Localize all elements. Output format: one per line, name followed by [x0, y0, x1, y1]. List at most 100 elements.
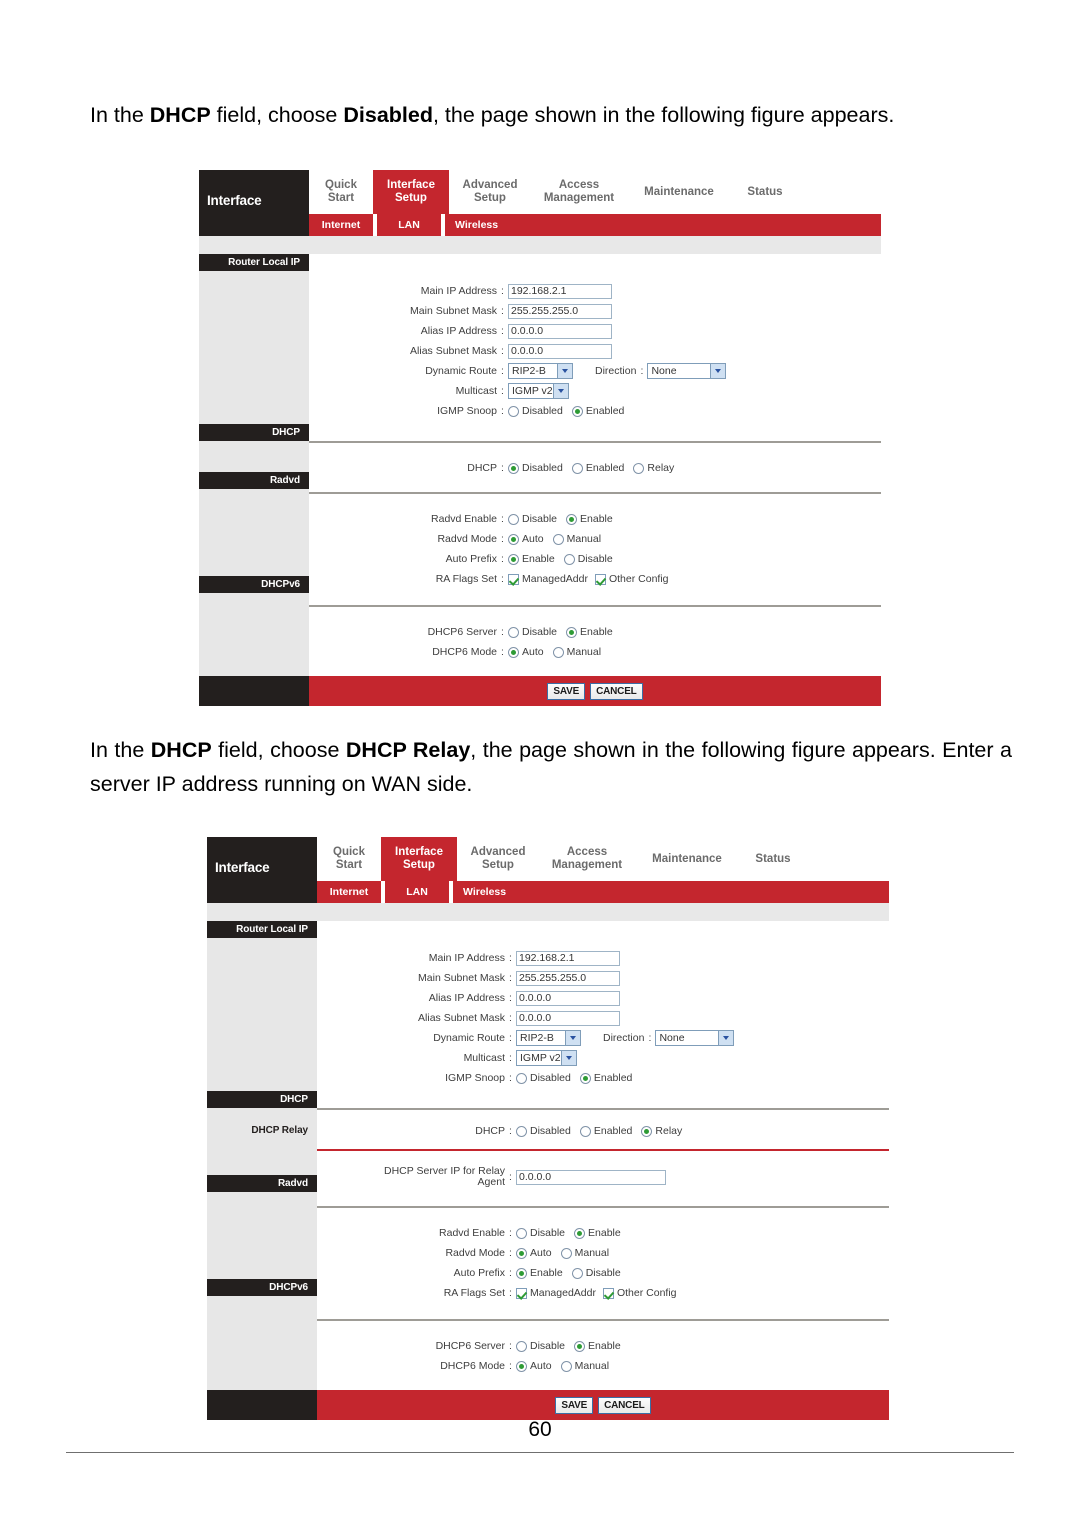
- radio-auto-prefix-disable[interactable]: Disable: [563, 553, 613, 565]
- input-alias-subnet-mask[interactable]: [516, 1010, 620, 1026]
- tab-access-management[interactable]: Access Management: [539, 837, 635, 881]
- field-multicast: Multicast : IGMP v2: [317, 1048, 889, 1068]
- tab-status[interactable]: Status: [739, 837, 807, 881]
- input-alias-ip-address[interactable]: [508, 323, 612, 339]
- field-auto-prefix: Auto Prefix : Enable Disable: [317, 1263, 889, 1283]
- router-screenshot-dhcp-relay: Interface Quick Start Interface Setup Ad…: [207, 837, 889, 1420]
- radio-radvd-enable-enable[interactable]: Enable: [574, 1227, 621, 1239]
- radio-dhcp6-server-disable[interactable]: Disable: [516, 1340, 565, 1352]
- radio-dhcp-relay[interactable]: Relay: [641, 1125, 682, 1137]
- label-ra-flags-set: RA Flags Set: [435, 573, 497, 585]
- tab-access-management[interactable]: Access Management: [531, 170, 627, 214]
- radio-auto-prefix-enable[interactable]: Enable: [508, 553, 555, 565]
- cancel-button[interactable]: CANCEL: [598, 1396, 651, 1414]
- radio-radvd-enable-enable[interactable]: Enable: [566, 513, 613, 525]
- radio-label: Enable: [580, 513, 613, 525]
- checkbox-label: ManagedAddr: [530, 1287, 596, 1299]
- radio-igmp-snoop-enabled[interactable]: Enabled: [571, 405, 624, 417]
- tab-advanced-setup[interactable]: Advanced Setup: [457, 837, 539, 881]
- colon: :: [509, 1032, 512, 1044]
- tab-quick-start[interactable]: Quick Start: [317, 837, 381, 881]
- radio-dhcp6-server-enable[interactable]: Enable: [566, 626, 613, 638]
- radio-igmp-snoop-disabled[interactable]: Disabled: [516, 1072, 571, 1084]
- paragraph-dhcp-relay: In the DHCP field, choose DHCP Relay, th…: [90, 733, 1012, 801]
- tab-interface-setup[interactable]: Interface Setup: [373, 170, 449, 214]
- colon: :: [501, 365, 504, 377]
- radio-indicator: [571, 405, 583, 417]
- tab-advanced-setup[interactable]: Advanced Setup: [449, 170, 531, 214]
- radio-igmp-snoop-disabled[interactable]: Disabled: [508, 405, 563, 417]
- label-main-subnet-mask: Main Subnet Mask: [410, 305, 497, 317]
- radio-dhcp6-mode-auto[interactable]: Auto: [508, 646, 544, 658]
- radio-label: Disabled: [530, 1125, 571, 1137]
- colon: :: [501, 626, 504, 638]
- router-form-column: Main IP Address : Main Subnet Mask : Ali…: [317, 921, 889, 1390]
- select-dynamic-route[interactable]: RIP2-B: [508, 363, 573, 379]
- radio-dhcp-disabled[interactable]: Disabled: [508, 462, 563, 474]
- tab-quick-start[interactable]: Quick Start: [309, 170, 373, 214]
- subtab-wireless[interactable]: Wireless: [445, 214, 535, 236]
- radio-radvd-mode-manual[interactable]: Manual: [560, 1247, 609, 1259]
- input-main-ip-address[interactable]: [516, 950, 620, 966]
- radio-dhcp-enabled[interactable]: Enabled: [579, 1125, 632, 1137]
- radio-indicator: [566, 626, 578, 638]
- radio-dhcp6-mode-manual[interactable]: Manual: [560, 1360, 610, 1372]
- tab-maintenance[interactable]: Maintenance: [627, 170, 731, 214]
- input-main-ip-address[interactable]: [508, 283, 612, 299]
- colon: :: [501, 345, 504, 357]
- radio-auto-prefix-enable[interactable]: Enable: [516, 1267, 563, 1279]
- subtab-internet[interactable]: Internet: [317, 881, 381, 903]
- radio-label: Manual: [574, 1360, 610, 1372]
- input-alias-subnet-mask[interactable]: [508, 343, 612, 359]
- input-main-subnet-mask[interactable]: [508, 303, 612, 319]
- input-dhcp-server-ip-for-relay-agent[interactable]: [516, 1169, 666, 1185]
- radio-radvd-enable-disable[interactable]: Disable: [508, 513, 557, 525]
- tab-status[interactable]: Status: [731, 170, 799, 214]
- select-multicast[interactable]: IGMP v2: [508, 383, 569, 399]
- chevron-down-icon: [710, 364, 726, 378]
- radio-dhcp-enabled[interactable]: Enabled: [571, 462, 624, 474]
- radio-dhcp6-mode-manual[interactable]: Manual: [552, 646, 601, 658]
- subtab-wireless[interactable]: Wireless: [453, 881, 543, 903]
- tab-interface-setup[interactable]: Interface Setup: [381, 837, 457, 881]
- radio-radvd-mode-auto[interactable]: Auto: [516, 1247, 552, 1259]
- router-body: Router Local IP DHCP Radvd DHCPv6 Main I…: [199, 254, 881, 676]
- router-brand-label: Interface: [207, 193, 262, 208]
- label-radvd-mode: Radvd Mode: [437, 533, 497, 545]
- radio-dhcp-relay[interactable]: Relay: [633, 462, 674, 474]
- select-multicast[interactable]: IGMP v2: [516, 1050, 577, 1066]
- checkbox-managed-addr[interactable]: ManagedAddr: [516, 1287, 596, 1299]
- footer-spacer: [207, 1390, 317, 1420]
- save-button[interactable]: SAVE: [547, 682, 586, 700]
- field-dhcp-mode: DHCP : Disabled Enabled Relay: [309, 458, 881, 478]
- select-direction[interactable]: None: [655, 1030, 735, 1046]
- colon: :: [501, 553, 504, 565]
- checkbox-other-config[interactable]: Other Config: [594, 573, 669, 585]
- input-main-subnet-mask[interactable]: [516, 970, 620, 986]
- subtab-lan[interactable]: LAN: [385, 881, 449, 903]
- section-title-router-local-ip: Router Local IP: [207, 921, 317, 938]
- label-radvd-enable: Radvd Enable: [439, 1227, 505, 1239]
- checkbox-other-config[interactable]: Other Config: [602, 1287, 677, 1299]
- subtab-lan[interactable]: LAN: [377, 214, 441, 236]
- radio-radvd-mode-auto[interactable]: Auto: [508, 533, 544, 545]
- radio-dhcp6-server-disable[interactable]: Disable: [508, 626, 557, 638]
- radio-dhcp-disabled[interactable]: Disabled: [516, 1125, 571, 1137]
- checkbox-managed-addr[interactable]: ManagedAddr: [508, 573, 588, 585]
- radio-dhcp6-mode-auto[interactable]: Auto: [516, 1360, 552, 1372]
- radio-igmp-snoop-enabled[interactable]: Enabled: [579, 1072, 632, 1084]
- save-button[interactable]: SAVE: [555, 1396, 594, 1414]
- colon: :: [509, 1267, 512, 1279]
- subtab-internet[interactable]: Internet: [309, 214, 373, 236]
- input-alias-ip-address[interactable]: [516, 990, 620, 1006]
- radio-auto-prefix-disable[interactable]: Disable: [571, 1267, 621, 1279]
- select-direction[interactable]: None: [647, 363, 727, 379]
- radio-label: Relay: [647, 462, 675, 474]
- radio-radvd-mode-manual[interactable]: Manual: [552, 533, 601, 545]
- radio-radvd-enable-disable[interactable]: Disable: [516, 1227, 565, 1239]
- tab-maintenance[interactable]: Maintenance: [635, 837, 739, 881]
- select-dynamic-route[interactable]: RIP2-B: [516, 1030, 581, 1046]
- label-dhcp6-mode: DHCP6 Mode: [432, 646, 497, 658]
- cancel-button[interactable]: CANCEL: [590, 682, 643, 700]
- radio-dhcp6-server-enable[interactable]: Enable: [574, 1340, 621, 1352]
